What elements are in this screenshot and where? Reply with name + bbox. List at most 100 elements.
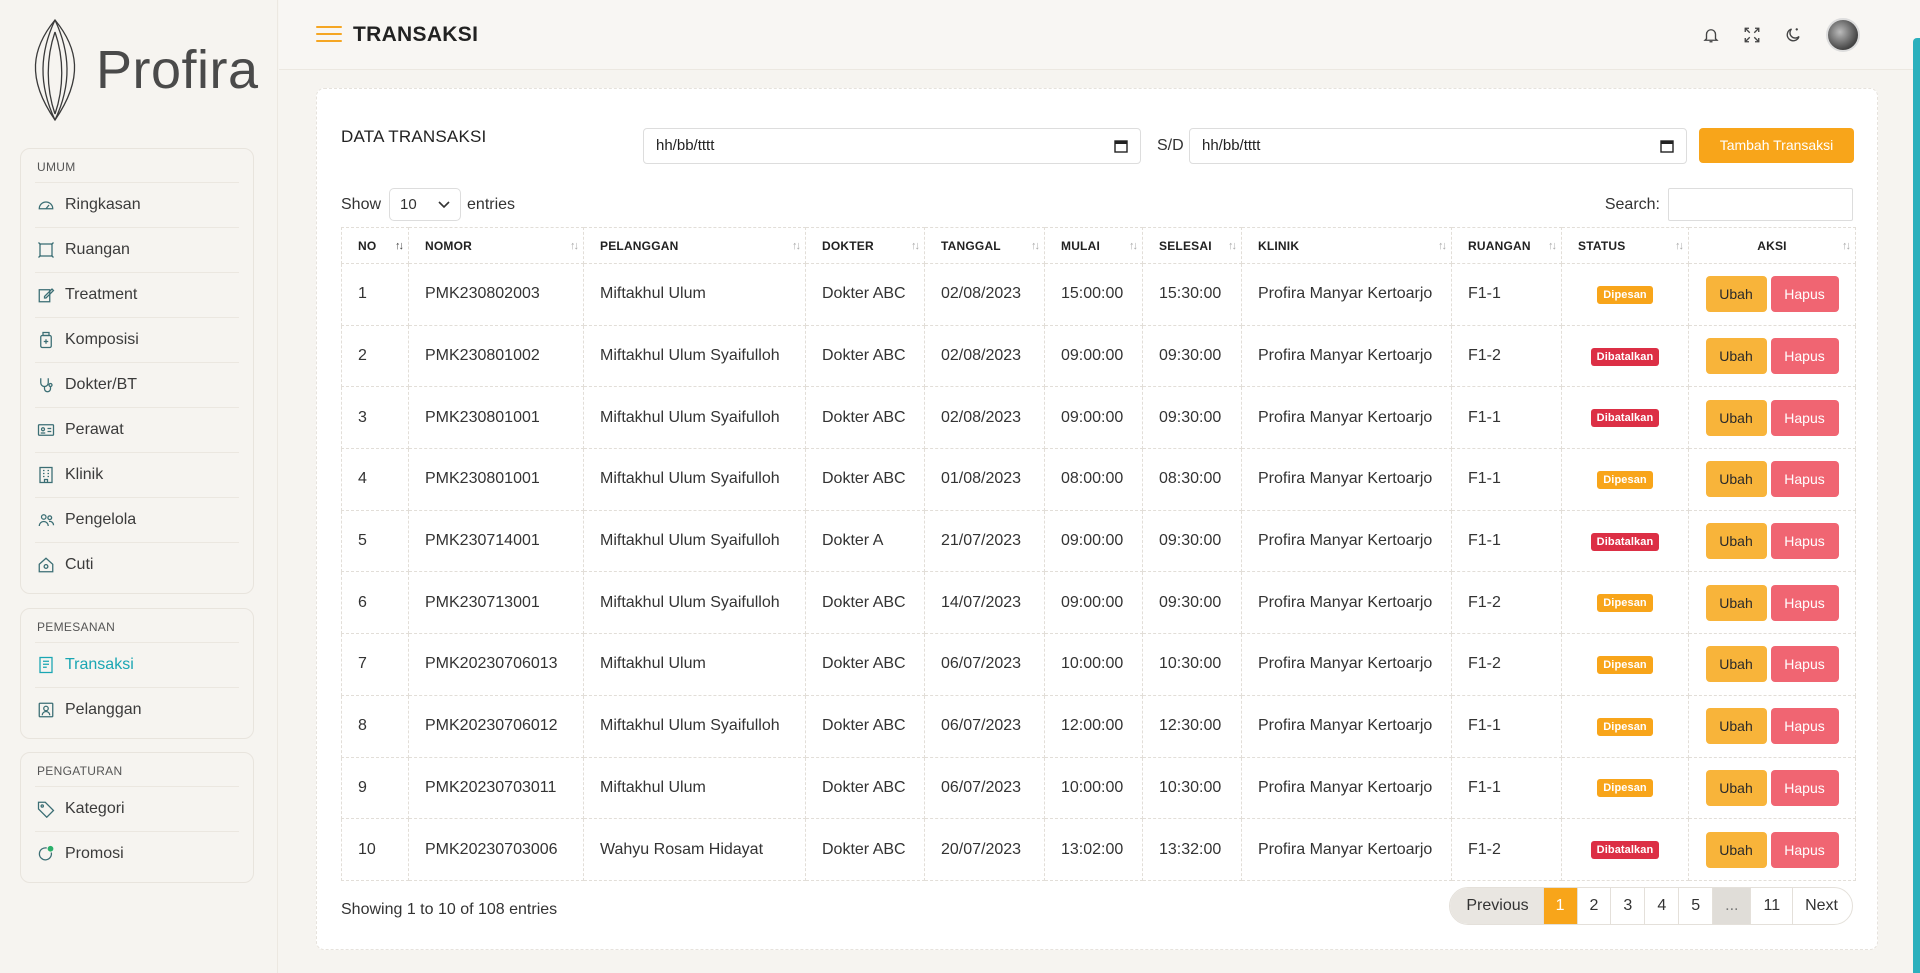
sort-icon[interactable]: ↑↓ (1675, 240, 1684, 252)
column-header-label: STATUS (1578, 238, 1626, 253)
pagination-page-3[interactable]: 3 (1610, 888, 1644, 924)
sort-icon[interactable]: ↑↓ (570, 240, 579, 252)
sort-icon[interactable]: ↑↓ (1031, 240, 1040, 252)
table-row: 10 PMK20230703006 Wahyu Rosam Hidayat Dokte… (341, 818, 1856, 881)
calendar-icon[interactable] (1660, 139, 1674, 153)
edit-button[interactable]: Ubah (1705, 523, 1767, 560)
cell-no: 7 (341, 633, 409, 696)
cell-klinik: Profira Manyar Kertoarjo (1241, 509, 1452, 573)
sort-icon[interactable]: ↑↓ (792, 240, 801, 252)
sidebar-item-kategori[interactable]: Kategori (35, 786, 239, 831)
column-header-no[interactable]: NO ↑↓ (341, 227, 409, 264)
pagination-page-11[interactable]: 11 (1750, 888, 1792, 924)
sort-icon[interactable]: ↑↓ (1228, 240, 1237, 252)
edit-button[interactable]: Ubah (1705, 461, 1767, 498)
pagination-previous[interactable]: Previous (1450, 888, 1543, 924)
nav-group-pemesanan: PEMESANAN Transaksi Pelanggan (20, 608, 254, 739)
pagination-page-4[interactable]: 4 (1644, 888, 1678, 924)
edit-button[interactable]: Ubah (1705, 708, 1767, 745)
date-from-input[interactable]: hh/bb/tttt (643, 128, 1141, 164)
moon-icon[interactable] (1782, 24, 1804, 46)
sort-icon[interactable]: ↑↓ (911, 240, 920, 252)
sidebar-item-klinik[interactable]: Klinik (35, 452, 239, 497)
sort-icon[interactable]: ↑↓ (1438, 240, 1447, 252)
delete-button[interactable]: Hapus (1770, 646, 1839, 683)
edit-button[interactable]: Ubah (1705, 769, 1767, 806)
pagination-page-1[interactable]: 1 (1542, 888, 1577, 924)
column-header-status[interactable]: STATUS ↑↓ (1561, 227, 1689, 264)
cell-dokter: Dokter ABC (805, 694, 925, 758)
pagination-page-2[interactable]: 2 (1576, 888, 1611, 924)
sidebar-item-promosi[interactable]: Promosi (35, 831, 239, 876)
column-header-nomor[interactable]: NOMOR ↑↓ (408, 227, 584, 264)
delete-button[interactable]: Hapus (1770, 769, 1839, 806)
sidebar-item-label: Ringkasan (65, 196, 141, 213)
column-header-dokter[interactable]: DOKTER ↑↓ (805, 227, 925, 264)
fullscreen-icon[interactable] (1741, 24, 1763, 46)
bell-icon[interactable] (1700, 24, 1722, 46)
edit-button[interactable]: Ubah (1705, 831, 1767, 868)
logo[interactable]: Profira (24, 18, 259, 122)
pagination: Previous 1 2 3 4 5... 11 Next (1449, 887, 1853, 925)
column-header-mulai[interactable]: MULAI ↑↓ (1044, 227, 1143, 264)
cell-actions: Ubah Hapus (1688, 448, 1856, 511)
edit-button[interactable]: Ubah (1705, 399, 1767, 436)
entries-select[interactable]: 10 (389, 188, 462, 221)
delete-button[interactable]: Hapus (1770, 338, 1839, 375)
edit-button[interactable]: Ubah (1705, 584, 1767, 621)
search-input[interactable] (1668, 188, 1853, 221)
cell-mulai: 15:00:00 (1044, 263, 1143, 326)
delete-button[interactable]: Hapus (1770, 523, 1839, 560)
sort-icon[interactable]: ↑↓ (1129, 240, 1138, 252)
cell-dokter: Dokter ABC (805, 818, 925, 881)
sidebar-item-ruangan[interactable]: Ruangan (35, 227, 239, 272)
sort-icon[interactable]: ↑↓ (1842, 240, 1851, 252)
user-avatar[interactable] (1826, 18, 1860, 52)
column-header-label: SELESAI (1159, 238, 1212, 253)
cell-tanggal: 02/08/2023 (924, 386, 1045, 450)
cell-dokter: Dokter A (805, 509, 925, 573)
cell-selesai: 08:30:00 (1142, 448, 1242, 511)
sidebar-item-ringkasan[interactable]: Ringkasan (35, 182, 239, 227)
edit-icon (37, 286, 55, 304)
pagination-page-5[interactable]: 5 (1678, 888, 1712, 924)
delete-button[interactable]: Hapus (1770, 708, 1839, 745)
column-header-klinik[interactable]: KLINIK ↑↓ (1241, 227, 1452, 264)
date-to-input[interactable]: hh/bb/tttt (1189, 128, 1687, 164)
edit-button[interactable]: Ubah (1705, 276, 1767, 313)
delete-button[interactable]: Hapus (1770, 399, 1839, 436)
calendar-icon[interactable] (1114, 139, 1128, 153)
cell-nomor: PMK230802003 (408, 263, 584, 326)
column-header-aksi[interactable]: AKSI ↑↓ (1688, 227, 1856, 264)
add-transaction-button[interactable]: Tambah Transaksi (1699, 128, 1854, 163)
scrollbar[interactable] (1913, 38, 1920, 973)
delete-button[interactable]: Hapus (1770, 584, 1839, 621)
cell-ruangan: F1-1 (1451, 756, 1562, 820)
delete-button[interactable]: Hapus (1770, 831, 1839, 868)
sidebar-item-treatment[interactable]: Treatment (35, 272, 239, 317)
cell-ruangan: F1-2 (1451, 818, 1562, 881)
sidebar-item-dokter-bt[interactable]: Dokter/BT (35, 362, 239, 407)
column-header-tanggal[interactable]: TANGGAL ↑↓ (924, 227, 1045, 264)
cell-dokter: Dokter ABC (805, 756, 925, 820)
delete-button[interactable]: Hapus (1770, 461, 1839, 498)
building-icon (37, 466, 55, 484)
sort-icon[interactable]: ↑↓ (1548, 240, 1557, 252)
sidebar-item-pengelola[interactable]: Pengelola (35, 497, 239, 542)
column-header-pelanggan[interactable]: PELANGGAN ↑↓ (583, 227, 806, 264)
sidebar-item-perawat[interactable]: Perawat (35, 407, 239, 452)
status-badge: Dibatalkan (1590, 409, 1660, 428)
sort-icon[interactable]: ↑↓ (395, 240, 404, 252)
sidebar-item-pelanggan[interactable]: Pelanggan (35, 687, 239, 732)
menu-toggle-icon[interactable] (316, 26, 342, 44)
edit-button[interactable]: Ubah (1705, 338, 1767, 375)
column-header-selesai[interactable]: SELESAI ↑↓ (1142, 227, 1242, 264)
delete-button[interactable]: Hapus (1770, 276, 1839, 313)
sidebar-item-komposisi[interactable]: Komposisi (35, 317, 239, 362)
sidebar-item-cuti[interactable]: Cuti (35, 542, 239, 587)
column-header-ruangan[interactable]: RUANGAN ↑↓ (1451, 227, 1562, 264)
pagination-next[interactable]: Next (1792, 888, 1852, 924)
edit-button[interactable]: Ubah (1705, 646, 1767, 683)
cell-tanggal: 06/07/2023 (924, 633, 1045, 696)
sidebar-item-transaksi[interactable]: Transaksi (35, 642, 239, 687)
